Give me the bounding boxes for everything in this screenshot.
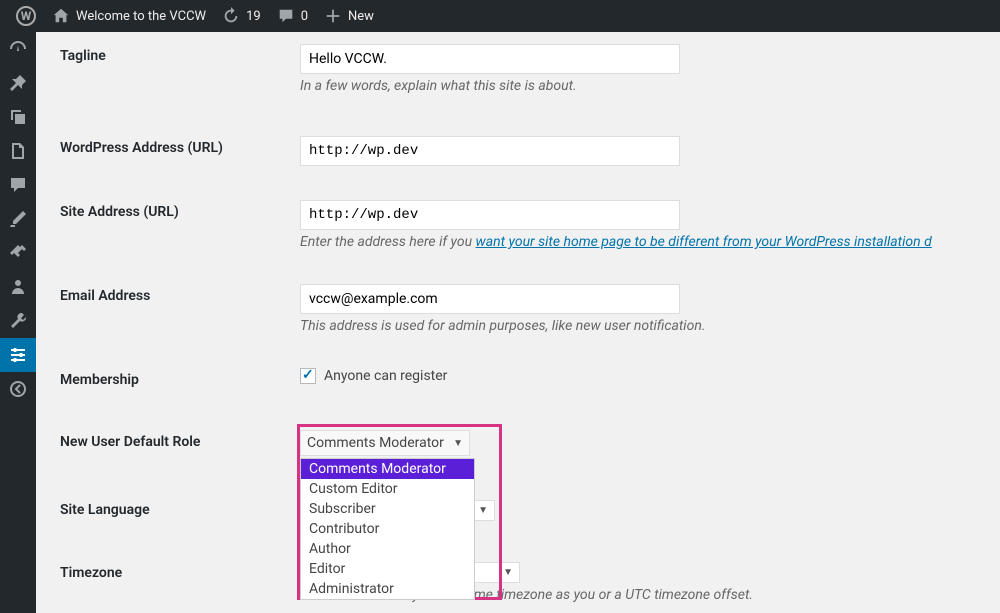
default-role-row: New User Default Role Comments Moderator… (60, 400, 1000, 468)
wp-address-row: WordPress Address (URL) (60, 106, 1000, 178)
default-role-selected: Comments Moderator (307, 435, 444, 451)
collapse-icon (8, 379, 28, 399)
sidebar-item-posts[interactable] (0, 66, 36, 100)
chevron-down-icon: ▼ (503, 567, 513, 578)
sidebar-item-collapse[interactable] (0, 372, 36, 406)
pin-icon (8, 73, 28, 93)
site-address-description: Enter the address here if you want your … (300, 234, 1000, 250)
timezone-label: Timezone (60, 561, 300, 581)
sidebar-item-plugins[interactable] (0, 236, 36, 270)
role-option-subscriber[interactable]: Subscriber (301, 499, 474, 519)
membership-checkbox[interactable] (300, 368, 316, 384)
sidebar-item-tools[interactable] (0, 304, 36, 338)
role-option-author[interactable]: Author (301, 539, 474, 559)
email-input[interactable] (300, 284, 680, 314)
wp-address-label: WordPress Address (URL) (60, 136, 300, 156)
wp-address-input[interactable] (300, 136, 680, 166)
role-option-custom-editor[interactable]: Custom Editor (301, 479, 474, 499)
comments-count: 0 (301, 9, 308, 24)
site-address-row: Site Address (URL) Enter the address her… (60, 178, 1000, 262)
email-label: Email Address (60, 284, 300, 304)
default-role-dropdown: Comments Moderator Custom Editor Subscri… (300, 458, 475, 600)
plugin-icon (8, 243, 28, 263)
wordpress-logo-icon: W (16, 6, 36, 26)
wrench-icon (8, 311, 28, 331)
brush-icon (8, 209, 28, 229)
settings-slider-icon (8, 345, 28, 365)
sidebar-item-settings[interactable] (0, 338, 36, 372)
site-address-label: Site Address (URL) (60, 200, 300, 220)
wp-logo-menu[interactable]: W (8, 0, 44, 32)
membership-checkbox-label: Anyone can register (324, 368, 447, 384)
comments-icon (8, 175, 28, 195)
email-description: This address is used for admin purposes,… (300, 318, 1000, 334)
site-language-label: Site Language (60, 498, 300, 518)
media-icon (8, 107, 28, 127)
tagline-input[interactable] (300, 44, 680, 74)
membership-label: Membership (60, 368, 300, 388)
home-icon (52, 7, 70, 25)
pages-icon (8, 141, 28, 161)
sidebar-item-appearance[interactable] (0, 202, 36, 236)
sidebar-item-users[interactable] (0, 270, 36, 304)
plus-icon (324, 7, 342, 25)
chevron-down-icon: ▼ (478, 505, 488, 516)
role-option-administrator[interactable]: Administrator (301, 579, 474, 599)
role-option-editor[interactable]: Editor (301, 559, 474, 579)
role-option-comments-moderator[interactable]: Comments Moderator (301, 459, 474, 479)
sidebar-item-pages[interactable] (0, 134, 36, 168)
settings-form: Tagline In a few words, explain what thi… (36, 32, 1000, 613)
tagline-description: In a few words, explain what this site i… (300, 78, 1000, 94)
site-address-input[interactable] (300, 200, 680, 230)
default-role-label: New User Default Role (60, 430, 300, 450)
updates-menu[interactable]: 19 (214, 0, 269, 32)
tagline-row: Tagline In a few words, explain what thi… (60, 32, 1000, 106)
default-role-select[interactable]: Comments Moderator ▼ (300, 430, 470, 456)
sidebar-item-dashboard[interactable] (0, 32, 36, 66)
comment-icon (277, 7, 295, 25)
tagline-label: Tagline (60, 44, 300, 64)
sidebar-item-comments[interactable] (0, 168, 36, 202)
admin-sidebar (0, 32, 36, 613)
site-title: Welcome to the VCCW (76, 9, 206, 24)
membership-row: Membership Anyone can register (60, 346, 1000, 400)
comments-menu[interactable]: 0 (269, 0, 316, 32)
site-address-help-link[interactable]: want your site home page to be different… (476, 234, 932, 250)
new-label: New (348, 9, 374, 24)
timezone-row: Timezone ▼ Choose either a city in the s… (60, 533, 1000, 613)
email-row: Email Address This address is used for a… (60, 262, 1000, 346)
refresh-icon (222, 7, 240, 25)
role-option-contributor[interactable]: Contributor (301, 519, 474, 539)
new-content-menu[interactable]: New (316, 0, 382, 32)
sidebar-item-media[interactable] (0, 100, 36, 134)
dashboard-icon (8, 39, 28, 59)
updates-count: 19 (246, 9, 261, 24)
site-language-row: Site Language ▼ (60, 468, 1000, 533)
site-name-menu[interactable]: Welcome to the VCCW (44, 0, 214, 32)
user-icon (8, 277, 28, 297)
chevron-down-icon: ▼ (453, 438, 463, 449)
admin-bar: W Welcome to the VCCW 19 0 New (0, 0, 1000, 32)
